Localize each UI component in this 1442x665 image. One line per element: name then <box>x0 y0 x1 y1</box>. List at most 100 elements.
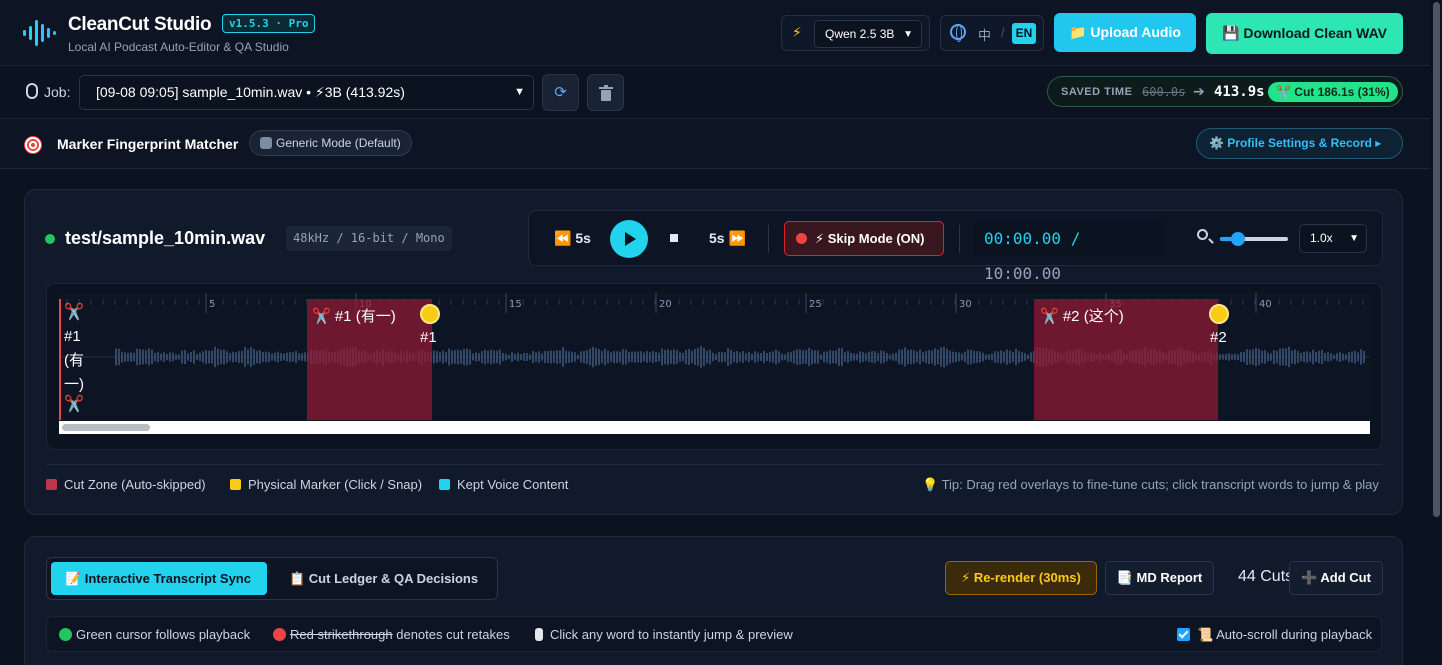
skip-mode-toggle[interactable]: ⚡ Skip Mode (ON) <box>784 221 944 256</box>
waveform-bar <box>202 351 204 363</box>
waveform-bar <box>520 354 522 360</box>
playback-speed-select[interactable]: 1.0x ▼ <box>1299 224 1367 253</box>
lang-zh-button[interactable]: 中 <box>978 25 991 44</box>
hint-strike-rest: denotes cut retakes <box>392 627 510 642</box>
waveform-bar <box>781 353 783 361</box>
waveform-bar <box>187 353 189 361</box>
waveform-bar <box>1300 352 1302 362</box>
zoom-slider[interactable] <box>1220 232 1288 246</box>
tab-interactive-transcript[interactable]: 📝 Interactive Transcript Sync <box>51 562 267 595</box>
waveform-bar <box>688 349 690 365</box>
waveform-bar <box>739 352 741 362</box>
waveform-bar <box>718 351 720 363</box>
waveform-bar <box>1027 354 1029 360</box>
profile-settings-button[interactable]: ⚙️ Profile Settings & Record ▸ <box>1196 128 1403 159</box>
waveform-bar <box>913 350 915 364</box>
waveform-bar <box>583 350 585 364</box>
page-scrollbar[interactable] <box>1430 0 1442 665</box>
download-clean-wav-button[interactable]: 💾 Download Clean WAV <box>1206 13 1403 54</box>
waveform-bar <box>541 353 543 361</box>
waveform-scrollbar-thumb[interactable] <box>62 424 150 431</box>
waveform-bar <box>730 349 732 365</box>
model-select[interactable]: Qwen 2.5 3B ▼ <box>814 20 922 48</box>
waveform-bar <box>208 350 210 364</box>
waveform-bar <box>895 352 897 362</box>
waveform-scrollbar[interactable] <box>59 421 1370 434</box>
physical-marker-2[interactable] <box>1209 304 1229 324</box>
waveform-bar <box>775 349 777 365</box>
refresh-icon: ⟳ <box>554 84 567 101</box>
waveform-bar <box>643 352 645 362</box>
waveform-bar <box>577 354 579 360</box>
delete-job-button[interactable] <box>587 74 624 111</box>
waveform-bar <box>604 348 606 366</box>
stop-button[interactable] <box>670 234 678 242</box>
waveform-bar <box>121 351 123 363</box>
playhead[interactable] <box>59 299 61 420</box>
waveform-bar <box>277 351 279 363</box>
waveform-bar <box>553 351 555 363</box>
waveform-bar <box>973 350 975 364</box>
waveform-bar <box>613 351 615 363</box>
zoom-slider-thumb[interactable] <box>1231 232 1245 246</box>
chevron-down-icon: ▼ <box>1349 233 1359 244</box>
waveform-bar <box>1285 348 1287 366</box>
job-select[interactable]: [09-08 09:05] sample_10min.wav • ⚡3B (41… <box>79 75 534 110</box>
play-button[interactable] <box>610 220 648 258</box>
waveform-bar <box>508 354 510 360</box>
waveform-bar <box>148 348 150 366</box>
add-cut-button[interactable]: ➕ Add Cut <box>1289 561 1383 595</box>
waveform-bar <box>460 350 462 364</box>
waveform-bar <box>1261 350 1263 364</box>
waveform-bar <box>175 354 177 360</box>
waveform-bar <box>787 352 789 362</box>
rewind-5s-button[interactable]: ⏪ 5s <box>554 230 591 247</box>
waveform-bar <box>1003 351 1005 363</box>
waveform-bar <box>130 352 132 362</box>
upload-audio-button[interactable]: 📁 Upload Audio <box>1054 13 1196 52</box>
waveform-bar <box>1342 353 1344 361</box>
waveform-bar <box>211 350 213 364</box>
forward-5s-button[interactable]: 5s ⏩ <box>709 230 746 247</box>
waveform-bar <box>706 350 708 364</box>
waveform-bar <box>517 352 519 362</box>
waveform-bar <box>808 347 810 367</box>
waveform-bar <box>1318 350 1320 364</box>
waveform-bar <box>592 346 594 368</box>
waveform-bar <box>1018 351 1020 363</box>
waveform-bar <box>697 348 699 366</box>
file-format-badge: 48kHz / 16-bit / Mono <box>286 226 452 251</box>
waveform-bar <box>976 351 978 363</box>
tab-cut-ledger[interactable]: 📋 Cut Ledger & QA Decisions <box>289 562 478 595</box>
zoom-icon <box>1197 229 1208 240</box>
lang-en-button[interactable]: EN <box>1012 23 1036 44</box>
current-time: 00:00.00 <box>984 229 1062 248</box>
physical-marker-1[interactable] <box>420 304 440 324</box>
app-title: CleanCut Studio <box>68 14 212 35</box>
waveform-bar <box>214 346 216 368</box>
version-badge: v1.5.3 · Pro <box>222 14 316 33</box>
waveform-bar <box>967 349 969 365</box>
timeline-tick-label: 5 <box>209 299 215 310</box>
autoscroll-checkbox[interactable] <box>1177 628 1190 641</box>
generic-mode-toggle[interactable]: Generic Mode (Default) <box>249 130 412 156</box>
waveform-bar <box>262 352 264 362</box>
waveform-bar <box>253 349 255 365</box>
refresh-button[interactable]: ⟳ <box>542 74 579 111</box>
waveform-bar <box>1246 348 1248 366</box>
waveform-bar <box>1237 354 1239 360</box>
md-report-button[interactable]: 📑 MD Report <box>1105 561 1214 595</box>
waveform-bar <box>151 349 153 365</box>
waveform-bar <box>433 350 435 364</box>
legend-kept-voice-label: Kept Voice Content <box>457 477 569 492</box>
page-scrollbar-thumb[interactable] <box>1433 2 1440 517</box>
autoscroll-label[interactable]: 📜 Auto-scroll during playback <box>1197 627 1372 643</box>
waveform-bar <box>454 350 456 364</box>
waveform-bar <box>439 352 441 362</box>
start-cut-label-line-1: #1 <box>64 328 81 345</box>
waveform-bar <box>607 350 609 364</box>
waveform-bar <box>163 352 165 362</box>
waveform-bar <box>712 352 714 362</box>
playback-speed-value: 1.0x <box>1310 231 1333 245</box>
rerender-button[interactable]: ⚡ Re-render (30ms) <box>945 561 1097 595</box>
